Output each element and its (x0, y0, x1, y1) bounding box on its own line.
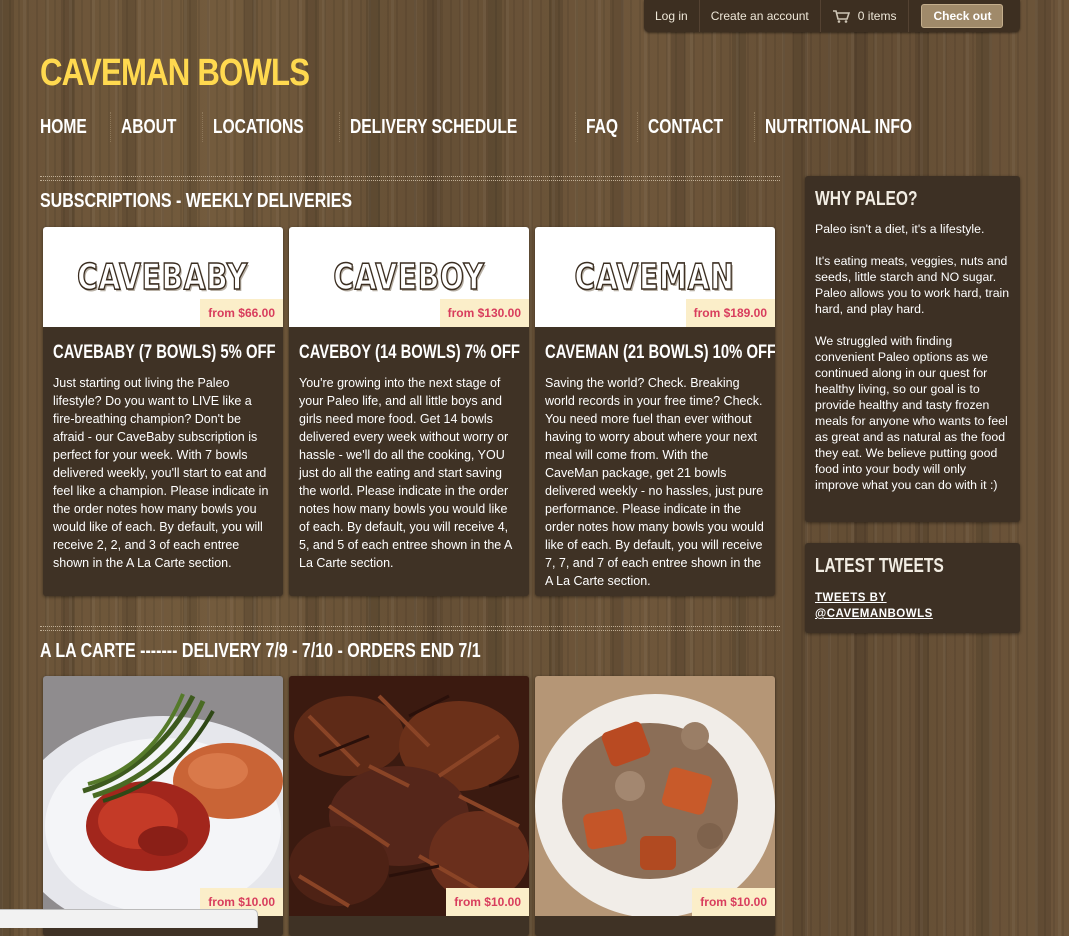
why-paleo-paragraph: It's eating meats, veggies, nuts and see… (815, 254, 1010, 316)
product-card-cavebaby[interactable]: CAVEBABY from $66.00 CAVEBABY (7 BOWLS) … (43, 227, 283, 596)
login-link[interactable]: Log in (644, 0, 700, 32)
cart-icon (832, 9, 850, 23)
product-name[interactable]: CAVEMAN (21 BOWLS) 10% OFF (545, 342, 775, 364)
alacarte-title: A LA CARTE ------- DELIVERY 7/9 - 7/10 -… (40, 640, 481, 662)
section-divider (40, 626, 780, 631)
product-card-caveman[interactable]: CAVEMAN from $189.00 CAVEMAN (21 BOWLS) … (535, 227, 775, 596)
latest-tweets-title: LATEST TWEETS (815, 555, 944, 577)
nav-nutritional-info[interactable]: NUTRITIONAL INFO (754, 112, 964, 142)
top-account-bar: Log in Create an account 0 items Check o… (644, 0, 1020, 32)
product-description: You're growing into the next stage of yo… (299, 376, 512, 570)
alacarte-card-2[interactable]: from $10.00 (289, 676, 529, 936)
why-paleo-title: WHY PALEO? (815, 188, 918, 210)
nav-about[interactable]: ABOUT (110, 112, 202, 142)
bowl-meal-image (535, 676, 775, 916)
product-description: Just starting out living the Paleo lifes… (53, 376, 269, 570)
product-description: Saving the world? Check. Breaking world … (545, 376, 764, 588)
plate-meal-image (43, 676, 283, 916)
nav-locations[interactable]: LOCATIONS (202, 112, 339, 142)
price-tag: from $130.00 (439, 299, 529, 327)
product-photo[interactable]: from $10.00 (43, 676, 283, 916)
caveman-logo: CAVEMAN (574, 256, 735, 299)
product-photo[interactable]: from $10.00 (535, 676, 775, 916)
product-card-caveboy[interactable]: CAVEBOY from $130.00 CAVEBOY (14 BOWLS) … (289, 227, 529, 596)
product-photo[interactable]: from $10.00 (289, 676, 529, 916)
product-name[interactable]: CAVEBOY (14 BOWLS) 7% OFF (299, 342, 520, 364)
site-title[interactable]: CAVEMAN BOWLS (40, 52, 310, 95)
twitter-link[interactable]: TWEETS BY @CAVEMANBOWLS (815, 590, 955, 622)
shredded-meat-image (289, 676, 529, 916)
why-paleo-paragraph: We struggled with finding convenient Pal… (815, 334, 1008, 492)
section-divider (40, 176, 780, 181)
price-tag: from $10.00 (446, 888, 529, 916)
status-bar (0, 909, 258, 928)
product-name[interactable]: CAVEBABY (7 BOWLS) 5% OFF (53, 342, 276, 364)
product-logo[interactable]: CAVEBABY from $66.00 (43, 227, 283, 327)
cart-count: 0 items (857, 9, 897, 23)
nav-home[interactable]: HOME (40, 112, 110, 142)
checkout-button[interactable]: Check out (921, 4, 1004, 28)
nav-faq[interactable]: FAQ (574, 112, 637, 142)
main-nav: HOME ABOUT LOCATIONS DELIVERY SCHEDULE F… (40, 112, 964, 142)
caveboy-logo: CAVEBOY (333, 256, 485, 299)
product-logo[interactable]: CAVEMAN from $189.00 (535, 227, 775, 327)
latest-tweets-box: LATEST TWEETS TWEETS BY @CAVEMANBOWLS (805, 543, 1020, 633)
why-paleo-box: WHY PALEO? Paleo isn't a diet, it's a li… (805, 176, 1020, 522)
why-paleo-paragraph: Paleo isn't a diet, it's a lifestyle. (815, 222, 985, 236)
nav-contact[interactable]: CONTACT (637, 112, 754, 142)
price-tag: from $189.00 (685, 299, 775, 327)
cart-link[interactable]: 0 items (821, 0, 910, 32)
nav-delivery-schedule[interactable]: DELIVERY SCHEDULE (339, 112, 574, 142)
price-tag: from $10.00 (692, 888, 775, 916)
alacarte-card-1[interactable]: from $10.00 (43, 676, 283, 936)
create-account-link[interactable]: Create an account (700, 0, 821, 32)
price-tag: from $66.00 (200, 299, 283, 327)
product-logo[interactable]: CAVEBOY from $130.00 (289, 227, 529, 327)
subscriptions-title: SUBSCRIPTIONS - WEEKLY DELIVERIES (40, 190, 353, 212)
alacarte-card-3[interactable]: from $10.00 (535, 676, 775, 936)
cavebaby-logo: CAVEBABY (77, 256, 249, 299)
